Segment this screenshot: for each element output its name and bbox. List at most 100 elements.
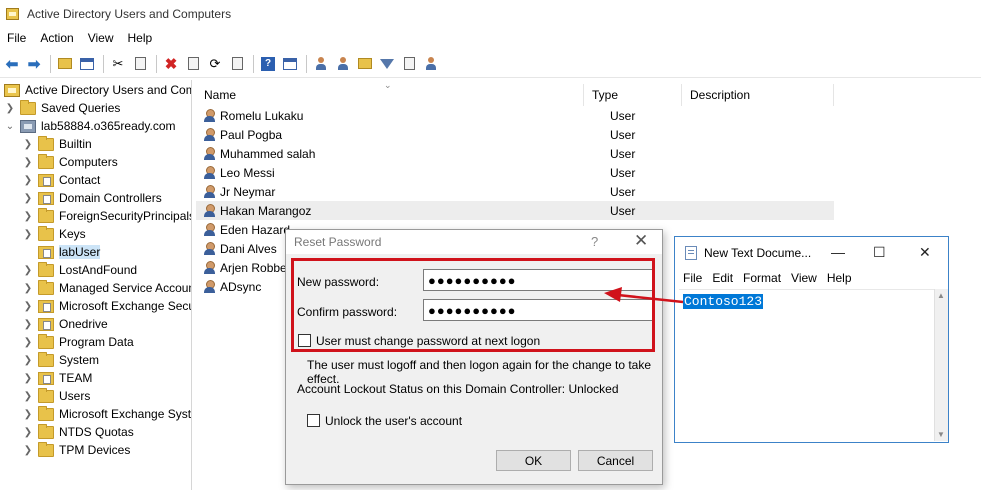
help-icon[interactable]: ?: [258, 54, 278, 74]
tree-item-contact[interactable]: ❯ Contact: [22, 171, 101, 189]
add-ou-icon[interactable]: [355, 54, 375, 74]
tree-item-managed-service-accounts[interactable]: ❯ Managed Service Accoun: [22, 279, 191, 297]
close-icon[interactable]: ✕: [634, 231, 648, 251]
table-row[interactable]: Paul Pogba User: [196, 125, 834, 144]
menu-view[interactable]: View: [81, 31, 121, 45]
tree-item-onedrive[interactable]: ❯ Onedrive: [22, 315, 108, 333]
table-row[interactable]: Romelu Lukaku User: [196, 106, 834, 125]
chevron-right-icon[interactable]: ❯: [22, 157, 34, 168]
vertical-scrollbar[interactable]: ▲ ▼: [934, 289, 948, 441]
notepad-menu-format[interactable]: Format: [738, 271, 786, 285]
tree-item-domain-controllers[interactable]: ❯ Domain Controllers: [22, 189, 162, 207]
chevron-down-icon[interactable]: ⌄: [4, 121, 16, 132]
scroll-up-icon[interactable]: ▲: [937, 291, 945, 300]
forward-arrow-icon[interactable]: ➡: [24, 54, 44, 74]
chevron-right-icon[interactable]: ❯: [22, 139, 34, 150]
details-view-icon[interactable]: [77, 54, 97, 74]
add-to-group-icon[interactable]: [421, 54, 441, 74]
minimize-icon[interactable]: —: [831, 244, 845, 260]
tree-item-microsoft-exchange-system[interactable]: ❯ Microsoft Exchange Syste: [22, 405, 191, 423]
chevron-right-icon[interactable]: ❯: [22, 391, 34, 402]
cancel-button[interactable]: Cancel: [578, 450, 653, 471]
tree-item-label: Program Data: [59, 335, 134, 349]
chevron-right-icon[interactable]: ❯: [22, 175, 34, 186]
table-row[interactable]: Hakan Marangoz User: [196, 201, 834, 220]
menu-bar: File Action View Help: [0, 27, 981, 49]
column-header-description[interactable]: Description: [682, 84, 834, 106]
unlock-account-checkbox[interactable]: [307, 414, 320, 427]
export-icon[interactable]: [227, 54, 247, 74]
chevron-right-icon[interactable]: ❯: [22, 265, 34, 276]
tree-item-foreign-security-principals[interactable]: ❯ ForeignSecurityPrincipals: [22, 207, 191, 225]
chevron-right-icon[interactable]: ❯: [22, 355, 34, 366]
tree-item-microsoft-exchange-security[interactable]: ❯ Microsoft Exchange Secu: [22, 297, 191, 315]
ok-button[interactable]: OK: [496, 450, 571, 471]
tree-root-label: Active Directory Users and Com: [25, 83, 192, 97]
dialog-title-bar[interactable]: Reset Password: [286, 230, 662, 254]
selected-password-text[interactable]: Contoso123: [683, 294, 764, 309]
cut-icon[interactable]: ✂: [108, 54, 128, 74]
chevron-right-icon[interactable]: ❯: [22, 319, 34, 330]
notepad-menu-edit[interactable]: Edit: [707, 271, 738, 285]
tree-item-program-data[interactable]: ❯ Program Data: [22, 333, 134, 351]
tree-item-system[interactable]: ❯ System: [22, 351, 99, 369]
tree-item-computers[interactable]: ❯ Computers: [22, 153, 118, 171]
tree-item-tpm-devices[interactable]: ❯ TPM Devices: [22, 441, 130, 459]
chevron-right-icon[interactable]: ❯: [22, 427, 34, 438]
folder-up-icon[interactable]: [55, 54, 75, 74]
console-icon[interactable]: [280, 54, 300, 74]
back-arrow-icon[interactable]: ⬅: [2, 54, 22, 74]
tree-item-users[interactable]: ❯ Users: [22, 387, 90, 405]
table-row[interactable]: Jr Neymar User: [196, 182, 834, 201]
tree-root[interactable]: Active Directory Users and Com: [4, 81, 192, 99]
column-header-name[interactable]: Name: [196, 84, 584, 106]
chevron-right-icon[interactable]: ❯: [22, 211, 34, 222]
column-header-type[interactable]: Type: [584, 84, 682, 106]
menu-action[interactable]: Action: [33, 31, 80, 45]
tree-item-builtin[interactable]: ❯ Builtin: [22, 135, 92, 153]
notepad-menu-help[interactable]: Help: [822, 271, 857, 285]
folder-icon: [38, 351, 54, 367]
menu-file[interactable]: File: [0, 31, 33, 45]
properties-icon[interactable]: [183, 54, 203, 74]
tree-item-ntds-quotas[interactable]: ❯ NTDS Quotas: [22, 423, 134, 441]
user-icon: [203, 260, 217, 275]
notepad-text-area[interactable]: Contoso123: [679, 289, 935, 441]
find-icon[interactable]: [399, 54, 419, 74]
maximize-icon[interactable]: ☐: [873, 244, 886, 261]
add-group-icon[interactable]: [333, 54, 353, 74]
notepad-menu-view[interactable]: View: [786, 271, 822, 285]
user-icon: [203, 184, 217, 199]
filter-icon[interactable]: [377, 54, 397, 74]
chevron-right-icon[interactable]: ❯: [22, 283, 34, 294]
user-type: User: [610, 203, 636, 218]
tree-item-lost-and-found[interactable]: ❯ LostAndFound: [22, 261, 137, 279]
refresh-icon[interactable]: ⟳: [205, 54, 225, 74]
tree-item-saved-queries[interactable]: ❯ Saved Queries: [4, 99, 120, 117]
tree-item-domain[interactable]: ⌄ lab58884.o365ready.com: [4, 117, 176, 135]
chevron-right-icon[interactable]: ❯: [4, 103, 16, 114]
tree-item-keys[interactable]: ❯ Keys: [22, 225, 86, 243]
table-row[interactable]: Leo Messi User: [196, 163, 834, 182]
help-icon[interactable]: ?: [591, 234, 598, 249]
delete-icon[interactable]: ✖: [161, 54, 181, 74]
chevron-right-icon[interactable]: ❯: [22, 445, 34, 456]
chevron-right-icon[interactable]: ❯: [22, 229, 34, 240]
tree-item-team[interactable]: ❯ TEAM: [22, 369, 93, 387]
chevron-right-icon[interactable]: ❯: [22, 337, 34, 348]
menu-help[interactable]: Help: [121, 31, 160, 45]
chevron-right-icon[interactable]: ❯: [22, 301, 34, 312]
add-user-icon[interactable]: [311, 54, 331, 74]
chevron-right-icon[interactable]: ❯: [22, 373, 34, 384]
scroll-down-icon[interactable]: ▼: [937, 430, 945, 439]
tree-item-labuser[interactable]: labUser: [22, 243, 101, 261]
copy-icon[interactable]: [130, 54, 150, 74]
user-icon: [203, 165, 217, 180]
user-icon: [203, 241, 217, 256]
notepad-menu-file[interactable]: File: [675, 271, 707, 285]
close-icon[interactable]: ✕: [919, 244, 931, 261]
table-row[interactable]: Muhammed salah User: [196, 144, 834, 163]
chevron-right-icon[interactable]: ❯: [22, 193, 34, 204]
notepad-title-bar[interactable]: New Text Docume...: [675, 237, 948, 268]
chevron-right-icon[interactable]: ❯: [22, 409, 34, 420]
